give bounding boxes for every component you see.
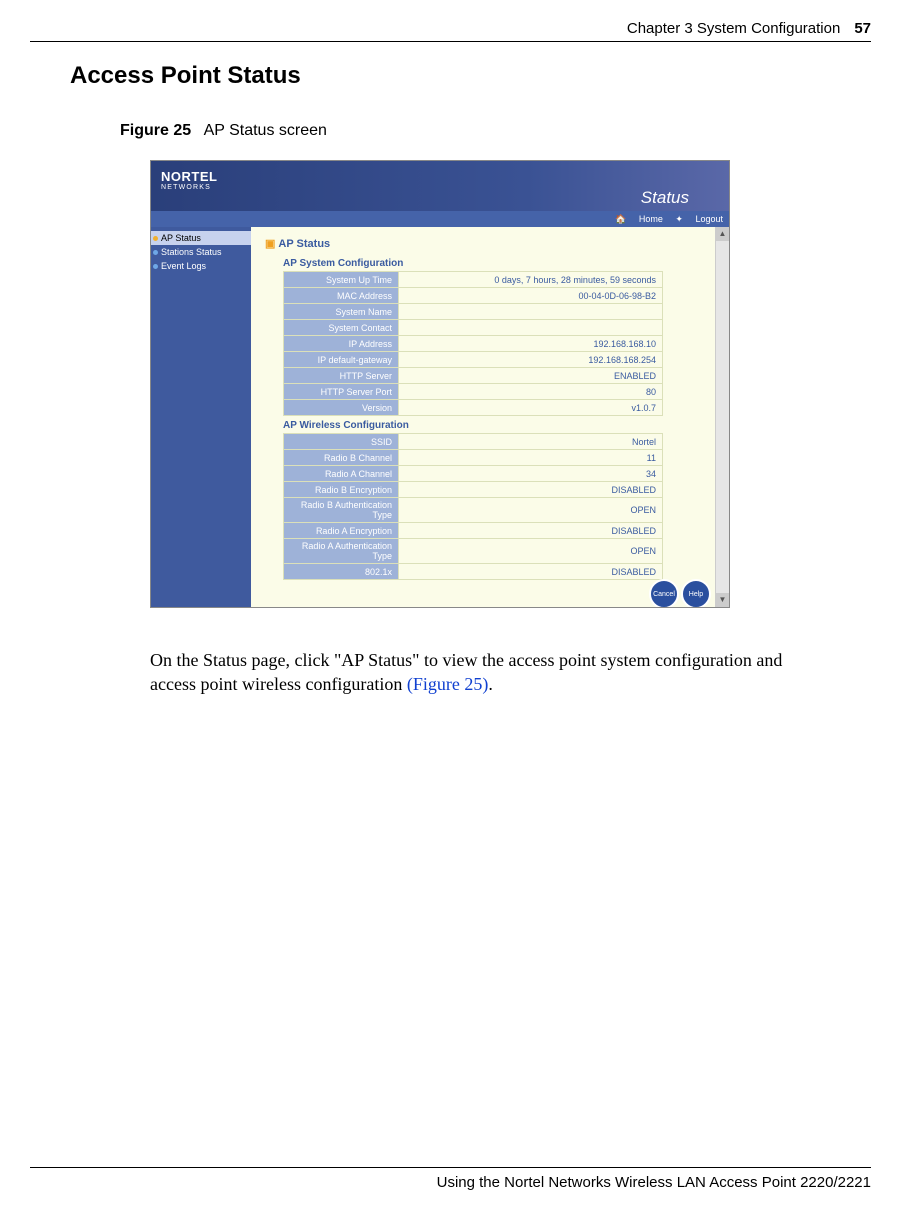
section-title: Access Point Status xyxy=(70,62,871,90)
table-row: IP default-gateway192.168.168.254 xyxy=(284,352,663,368)
cfg-value: Nortel xyxy=(399,434,663,450)
page-number: 57 xyxy=(854,20,871,37)
cfg-label: IP Address xyxy=(284,336,399,352)
bullet-icon: ▣ xyxy=(265,238,275,250)
action-buttons: Cancel Help xyxy=(649,579,711,607)
cfg-value: v1.0.7 xyxy=(399,400,663,416)
brand-logo: NORTEL NETWORKS xyxy=(161,169,217,191)
cfg-value: 80 xyxy=(399,384,663,400)
cfg-value: 00-04-0D-06-98-B2 xyxy=(399,288,663,304)
cfg-label: SSID xyxy=(284,434,399,450)
figure-caption: Figure 25 AP Status screen xyxy=(120,122,871,140)
cfg-value xyxy=(399,320,663,336)
table-row: IP Address192.168.168.10 xyxy=(284,336,663,352)
figure-crossref-link[interactable]: (Figure 25) xyxy=(407,674,488,694)
table-row: Radio A Authentication TypeOPEN xyxy=(284,539,663,564)
body-text-post: . xyxy=(488,674,493,694)
cfg-label: HTTP Server Port xyxy=(284,384,399,400)
cfg-label: Radio A Encryption xyxy=(284,523,399,539)
table-row: Radio B Channel11 xyxy=(284,450,663,466)
table-row: System Name xyxy=(284,304,663,320)
cfg-value: 34 xyxy=(399,466,663,482)
page-header: Chapter 3 System Configuration 57 xyxy=(30,20,871,42)
cancel-button[interactable]: Cancel xyxy=(649,579,679,607)
scroll-up-icon[interactable]: ▲ xyxy=(716,227,729,241)
page-footer: Using the Nortel Networks Wireless LAN A… xyxy=(30,1167,871,1191)
home-link[interactable]: 🏠 Home xyxy=(615,214,663,224)
brand-name: NORTEL xyxy=(161,169,217,184)
cfg-label: Radio B Encryption xyxy=(284,482,399,498)
table-row: Radio A Channel34 xyxy=(284,466,663,482)
topbar: 🏠 Home ✦ Logout xyxy=(151,211,729,227)
cfg-value: 192.168.168.10 xyxy=(399,336,663,352)
sidebar-item-label: Event Logs xyxy=(161,261,206,271)
help-button[interactable]: Help xyxy=(681,579,711,607)
banner: NORTEL NETWORKS Status xyxy=(151,161,729,211)
cfg-label: Version xyxy=(284,400,399,416)
cfg-label: IP default-gateway xyxy=(284,352,399,368)
screenshot: NORTEL NETWORKS Status 🏠 Home ✦ Logout A… xyxy=(150,160,730,608)
content-panel: ▣AP Status AP System Configuration Syste… xyxy=(251,227,715,607)
cfg-label: Radio A Authentication Type xyxy=(284,539,399,564)
home-label: Home xyxy=(639,214,663,224)
table-row: HTTP ServerENABLED xyxy=(284,368,663,384)
cfg-value: 0 days, 7 hours, 28 minutes, 59 seconds xyxy=(399,272,663,288)
sidebar-item-ap-status[interactable]: AP Status xyxy=(151,231,251,245)
table-row: 802.1xDISABLED xyxy=(284,564,663,580)
body-paragraph: On the Status page, click "AP Status" to… xyxy=(150,648,811,697)
cfg-label: Radio A Channel xyxy=(284,466,399,482)
cfg-value: DISABLED xyxy=(399,564,663,580)
banner-title: Status xyxy=(641,188,689,208)
content-title: ▣AP Status xyxy=(265,237,701,250)
figure-label: Figure 25 xyxy=(120,122,191,139)
section-heading-system: AP System Configuration xyxy=(283,258,701,269)
sidebar-item-stations-status[interactable]: Stations Status xyxy=(151,245,251,259)
table-row: SSIDNortel xyxy=(284,434,663,450)
cfg-label: Radio B Authentication Type xyxy=(284,498,399,523)
cfg-label: System Name xyxy=(284,304,399,320)
logout-link[interactable]: ✦ Logout xyxy=(675,214,723,224)
table-row: HTTP Server Port80 xyxy=(284,384,663,400)
cfg-value: DISABLED xyxy=(399,523,663,539)
cfg-value: OPEN xyxy=(399,498,663,523)
cfg-label: System Contact xyxy=(284,320,399,336)
scrollbar[interactable]: ▲ ▼ xyxy=(715,227,729,607)
cfg-value: DISABLED xyxy=(399,482,663,498)
table-row: Versionv1.0.7 xyxy=(284,400,663,416)
logout-label: Logout xyxy=(695,214,723,224)
section-heading-wireless: AP Wireless Configuration xyxy=(283,420,701,431)
cfg-label: Radio B Channel xyxy=(284,450,399,466)
sidebar-item-event-logs[interactable]: Event Logs xyxy=(151,259,251,273)
cfg-label: HTTP Server xyxy=(284,368,399,384)
cfg-value: 11 xyxy=(399,450,663,466)
cfg-label: MAC Address xyxy=(284,288,399,304)
wireless-config-table: SSIDNortel Radio B Channel11 Radio A Cha… xyxy=(283,433,663,580)
table-row: System Contact xyxy=(284,320,663,336)
table-row: Radio B EncryptionDISABLED xyxy=(284,482,663,498)
cfg-value xyxy=(399,304,663,320)
content-title-text: AP Status xyxy=(278,238,330,250)
cfg-value: 192.168.168.254 xyxy=(399,352,663,368)
system-config-table: System Up Time0 days, 7 hours, 28 minute… xyxy=(283,271,663,416)
cfg-label: System Up Time xyxy=(284,272,399,288)
figure-text: AP Status screen xyxy=(204,122,327,139)
sidebar-item-label: Stations Status xyxy=(161,247,222,257)
cfg-label: 802.1x xyxy=(284,564,399,580)
table-row: System Up Time0 days, 7 hours, 28 minute… xyxy=(284,272,663,288)
table-row: Radio A EncryptionDISABLED xyxy=(284,523,663,539)
brand-sub: NETWORKS xyxy=(161,184,217,191)
chapter-label: Chapter 3 System Configuration xyxy=(627,20,840,37)
cfg-value: ENABLED xyxy=(399,368,663,384)
sidebar: AP Status Stations Status Event Logs xyxy=(151,227,251,607)
scroll-down-icon[interactable]: ▼ xyxy=(716,593,729,607)
table-row: MAC Address00-04-0D-06-98-B2 xyxy=(284,288,663,304)
sidebar-item-label: AP Status xyxy=(161,233,201,243)
cfg-value: OPEN xyxy=(399,539,663,564)
footer-text: Using the Nortel Networks Wireless LAN A… xyxy=(437,1174,871,1191)
table-row: Radio B Authentication TypeOPEN xyxy=(284,498,663,523)
